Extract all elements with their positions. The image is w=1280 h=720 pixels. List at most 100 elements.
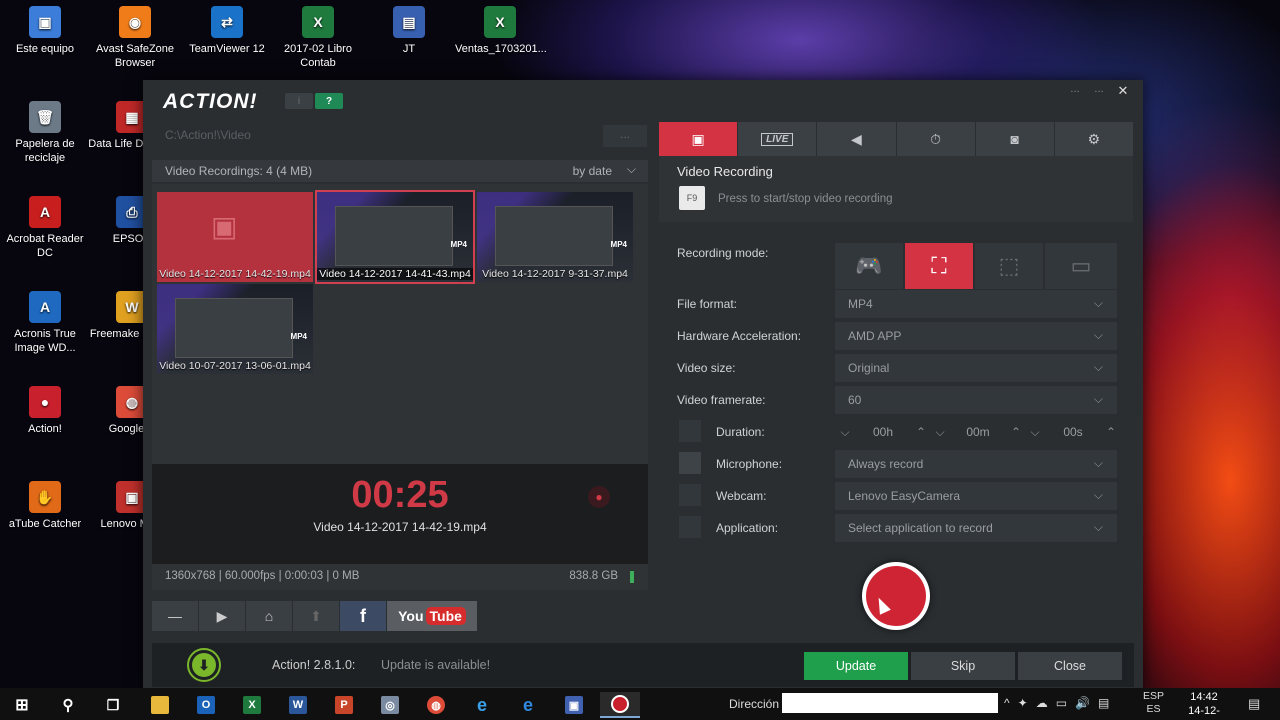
hdmi-mode-button[interactable]: ▭ xyxy=(1045,243,1117,289)
chevron-down-icon[interactable]: ⌵ xyxy=(627,162,636,177)
taskbar-action[interactable] xyxy=(600,692,640,718)
browse-folder-button[interactable]: ... xyxy=(603,125,647,147)
duration-seconds[interactable]: ⌵ 00s ⌃ xyxy=(1025,420,1121,444)
tab-audio[interactable]: ◀ xyxy=(817,122,896,156)
taskbar-word[interactable]: W xyxy=(278,692,318,718)
search-button[interactable]: ⚲ xyxy=(48,692,88,718)
hotkey-button[interactable]: F9 xyxy=(679,186,705,210)
taskbar-app[interactable]: ◎ xyxy=(370,692,410,718)
video-framerate-label: Video framerate: xyxy=(677,393,766,407)
webcam-checkbox[interactable] xyxy=(679,484,701,506)
task-view-icon: ❐ xyxy=(106,696,120,713)
help-button[interactable]: ? xyxy=(315,93,343,109)
task-view-button[interactable]: ❐ xyxy=(93,692,133,718)
youtube-upload-button[interactable]: You Tube xyxy=(387,601,477,631)
tab-settings[interactable]: ⚙ xyxy=(1054,122,1134,156)
update-button[interactable]: Update xyxy=(804,652,908,680)
microphone-checkbox[interactable] xyxy=(679,452,701,474)
desktop-icon[interactable]: A Acronis True Image WD... xyxy=(0,291,90,355)
network-tray-icon[interactable]: ▤ xyxy=(1098,696,1109,710)
duration-checkbox[interactable] xyxy=(679,420,701,442)
action-app-window: ACTION! i ? ... ... ✕ C:\Action!\Video .… xyxy=(143,80,1143,690)
minimize-button[interactable]: ... xyxy=(1065,83,1085,99)
desktop-app-icon: ✋ xyxy=(29,481,61,513)
duration-hours[interactable]: ⌵ 00h ⌃ xyxy=(835,420,931,444)
desktop-icon[interactable]: X Ventas_1703201... xyxy=(455,6,547,56)
recording-thumbnail[interactable]: MP4 Video 14-12-2017 9-31-37.mp4 xyxy=(477,192,633,282)
address-input[interactable] xyxy=(782,693,998,713)
duration-minutes[interactable]: ⌵ 00m ⌃ xyxy=(930,420,1026,444)
skip-button[interactable]: Skip xyxy=(911,652,1015,680)
facebook-upload-button[interactable]: f xyxy=(340,601,386,631)
webcam-dropdown[interactable]: Lenovo EasyCamera ⌵ xyxy=(835,482,1117,510)
close-update-button[interactable]: Close xyxy=(1018,652,1122,680)
recording-thumbnail[interactable]: MP4 Video 14-12-2017 14-41-43.mp4 xyxy=(315,190,475,284)
clock[interactable]: 14:42 14-12-2017 xyxy=(1176,690,1232,720)
video-size-dropdown[interactable]: Original ⌵ xyxy=(835,354,1117,382)
record-button[interactable] xyxy=(862,562,930,630)
taskbar-explorer[interactable] xyxy=(140,692,180,718)
recordings-grid: ▣ Video 14-12-2017 14-42-19.mp4 MP4 Vide… xyxy=(152,184,648,464)
region-mode-button[interactable]: ⛶ xyxy=(905,243,973,289)
restore-button[interactable]: ... xyxy=(1089,83,1109,99)
tab-video-recording[interactable]: ▣ xyxy=(659,122,738,156)
application-dropdown[interactable]: Select application to record ⌵ xyxy=(835,514,1117,542)
desktop-icon[interactable]: A Acrobat Reader DC xyxy=(0,196,90,260)
recordings-toolbar: — ▶ ⌂ ⬆ f You Tube xyxy=(152,601,478,631)
section-title: Video Recording xyxy=(677,164,773,179)
battery-icon[interactable]: ▭ xyxy=(1056,696,1067,710)
microphone-dropdown[interactable]: Always record ⌵ xyxy=(835,450,1117,478)
desktop-icon[interactable]: ◉ Avast SafeZone Browser xyxy=(90,6,180,70)
camera-icon: ◙ xyxy=(1010,131,1019,147)
recordings-count: Video Recordings: 4 (4 MB) xyxy=(165,164,313,178)
close-icon[interactable]: ✕ xyxy=(1113,83,1133,99)
taskbar-ie[interactable]: e xyxy=(462,692,502,718)
desktop-icon[interactable]: 🗑 Papelera de reciclaje xyxy=(0,101,90,165)
play-button[interactable]: ▶ xyxy=(199,601,245,631)
application-checkbox[interactable] xyxy=(679,516,701,538)
address-label: Dirección xyxy=(729,697,780,711)
open-folder-button[interactable]: ⌂ xyxy=(246,601,292,631)
file-format-dropdown[interactable]: MP4 ⌵ xyxy=(835,290,1117,318)
tab-screenshot[interactable]: ◙ xyxy=(975,122,1054,156)
taskbar-app2[interactable]: ▣ xyxy=(554,692,594,718)
taskbar: ⊞ ⚲ ❐ O X W P ◎ ◍ e e ▣ Dirección ^ ✦ ☁ … xyxy=(0,688,1280,720)
recording-thumbnail[interactable]: ▣ Video 14-12-2017 14-42-19.mp4 xyxy=(157,192,313,282)
info-button[interactable]: i xyxy=(285,93,313,109)
taskbar-powerpoint[interactable]: P xyxy=(324,692,364,718)
desktop-icon-label: 2017-02 Libro Contab xyxy=(284,43,352,69)
start-button[interactable]: ⊞ xyxy=(2,692,42,718)
gamepad-icon: 🎮 xyxy=(855,253,883,278)
sort-dropdown[interactable]: by date xyxy=(573,164,612,178)
game-mode-button[interactable]: 🎮 xyxy=(835,243,903,289)
window-mode-button[interactable]: ⬚ xyxy=(975,243,1043,289)
desktop-icon[interactable]: X 2017-02 Libro Contab xyxy=(273,6,363,70)
recording-thumbnail[interactable]: MP4 Video 10-07-2017 13-06-01.mp4 xyxy=(157,284,313,374)
onedrive-icon[interactable]: ☁ xyxy=(1036,696,1048,710)
mp4-badge: MP4 xyxy=(290,332,307,341)
video-recording-header: Video Recording F9 Press to start/stop v… xyxy=(659,156,1133,222)
upload-button[interactable]: ⬆ xyxy=(293,601,339,631)
tab-benchmark[interactable]: ⏱ xyxy=(896,122,975,156)
taskbar-chrome[interactable]: ◍ xyxy=(416,692,456,718)
hardware-acceleration-dropdown[interactable]: AMD APP ⌵ xyxy=(835,322,1117,350)
taskbar-edge[interactable]: e xyxy=(508,692,548,718)
desktop-icon-label: Acrobat Reader DC xyxy=(6,233,84,259)
taskbar-outlook[interactable]: O xyxy=(186,692,226,718)
desktop-icon[interactable]: ▤ JT xyxy=(364,6,454,56)
delete-button[interactable]: — xyxy=(152,601,198,631)
desktop-icon[interactable]: ⇄ TeamViewer 12 xyxy=(182,6,272,56)
tray-expand-icon[interactable]: ^ xyxy=(1004,696,1010,710)
volume-icon[interactable]: 🔊 xyxy=(1075,696,1090,710)
desktop-icon[interactable]: ▣ Este equipo xyxy=(0,6,90,56)
tab-live[interactable]: LIVE xyxy=(738,122,817,156)
dropbox-icon[interactable]: ✦ xyxy=(1018,696,1028,710)
recording-timer: 00:25 xyxy=(351,474,449,516)
recordings-header: Video Recordings: 4 (4 MB) by date ⌵ xyxy=(152,160,648,182)
notifications-icon[interactable]: ▤ xyxy=(1248,696,1260,712)
desktop-icon[interactable]: ✋ aTube Catcher xyxy=(0,481,90,531)
language-indicator[interactable]: ESP ES xyxy=(1143,690,1164,716)
video-framerate-dropdown[interactable]: 60 ⌵ xyxy=(835,386,1117,414)
desktop-icon[interactable]: ● Action! xyxy=(0,386,90,436)
taskbar-excel[interactable]: X xyxy=(232,692,272,718)
